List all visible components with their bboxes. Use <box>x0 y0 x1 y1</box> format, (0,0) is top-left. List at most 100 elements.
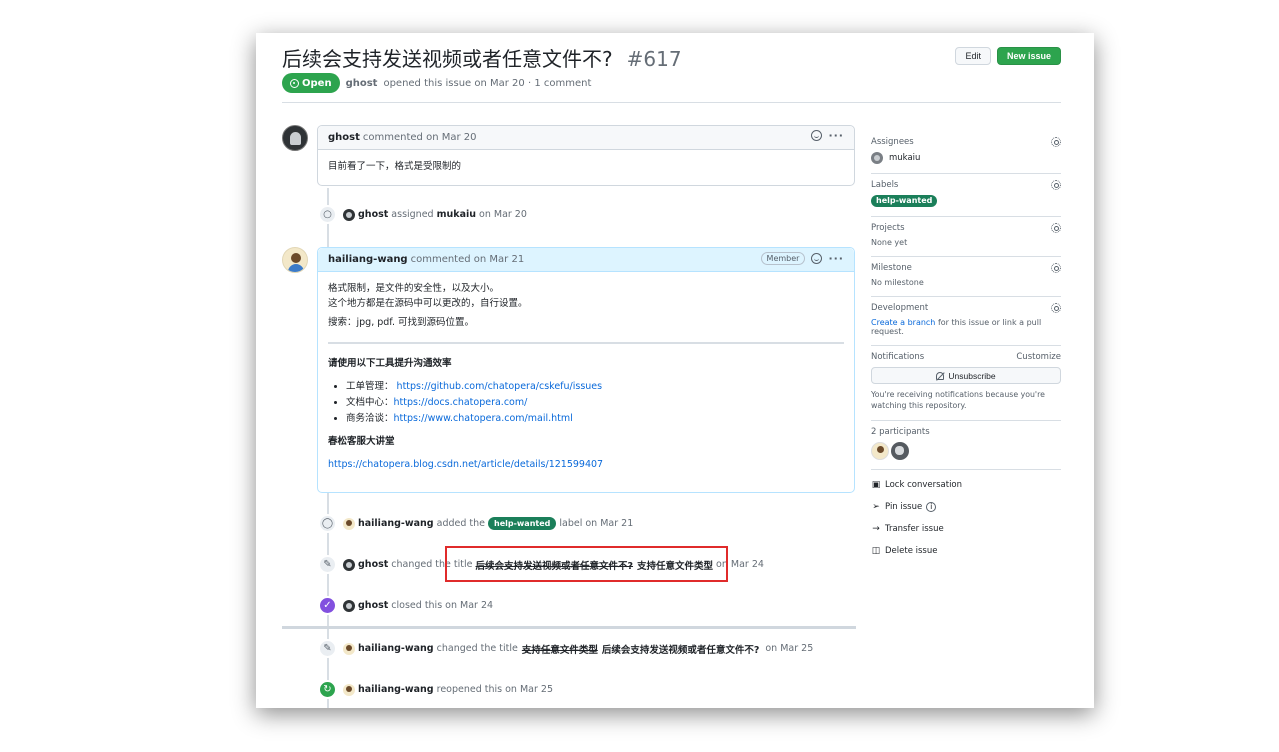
comment-header: ghost commented on Mar 20 ··· <box>318 126 854 150</box>
milestone-section: Milestone No milestone <box>871 257 1061 297</box>
lock-icon: ▣ <box>871 480 881 490</box>
participants-section: 2 participants <box>871 421 1061 470</box>
create-branch-link[interactable]: Create a branch <box>871 318 935 327</box>
edit-button[interactable]: Edit <box>955 47 991 65</box>
event-actor[interactable]: ghost <box>358 559 388 570</box>
participant-avatar[interactable] <box>871 442 889 460</box>
label-help-wanted[interactable]: help-wanted <box>488 517 557 530</box>
projects-section: Projects None yet <box>871 217 1061 257</box>
event-tail: label on Mar 21 <box>559 518 634 529</box>
avatar-mini[interactable] <box>343 683 355 696</box>
comment-author[interactable]: ghost <box>328 132 360 143</box>
avatar-mini[interactable] <box>343 517 355 530</box>
development-heading: Development <box>871 303 929 313</box>
event-reopened: ↻ hailiang-wang reopened this on Mar 25 <box>318 680 553 699</box>
event-actor[interactable]: hailiang-wang <box>358 684 434 695</box>
event-actor[interactable]: hailiang-wang <box>358 643 434 654</box>
transfer-issue-action[interactable]: → Transfer issue <box>871 518 1061 540</box>
comment-ghost: ghost commented on Mar 20 ··· 目前看了一下，格式是… <box>317 125 855 186</box>
avatar[interactable] <box>282 247 308 273</box>
gear-icon[interactable] <box>1051 263 1061 273</box>
event-verb: reopened this on Mar 25 <box>436 684 554 695</box>
arrow-right-icon: → <box>872 524 880 534</box>
avatar-mini[interactable] <box>343 642 355 655</box>
projects-value: None yet <box>871 238 908 247</box>
divider <box>328 342 844 344</box>
avatar-mini[interactable] <box>343 599 355 612</box>
info-icon[interactable]: i <box>926 502 937 512</box>
issue-author[interactable]: ghost <box>346 78 378 89</box>
projects-heading: Projects <box>871 223 905 233</box>
comment-body: 目前看了一下，格式是受限制的 <box>318 150 854 188</box>
issue-closed-icon: ✓ <box>318 596 337 615</box>
lecture-link[interactable]: https://chatopera.blog.csdn.net/article/… <box>328 459 603 470</box>
event-actor[interactable]: hailiang-wang <box>358 518 434 529</box>
bell-slash-icon <box>936 371 945 380</box>
unsubscribe-button[interactable]: Unsubscribe <box>871 367 1061 384</box>
event-target[interactable]: mukaiu <box>437 209 476 220</box>
gear-icon[interactable] <box>1051 137 1061 147</box>
delete-issue-action[interactable]: ◫ Delete issue <box>871 540 1061 562</box>
notifications-note: You're receiving notifications because y… <box>871 390 1045 410</box>
pencil-icon: ✎ <box>318 639 337 658</box>
list-item: 商务洽谈：https://www.chatopera.com/mail.html <box>346 411 844 426</box>
state-label: Open <box>302 77 332 89</box>
issue-actions: ▣ Lock conversation ➢ Pin issue i → Transfer… <box>871 470 1061 562</box>
avatar[interactable] <box>282 125 308 151</box>
tool-link[interactable]: https://www.chatopera.com/mail.html <box>394 413 573 424</box>
labels-section: Labels help-wanted <box>871 174 1061 217</box>
assignees-heading: Assignees <box>871 137 914 147</box>
issue-meta: Open ghost opened this issue on Mar 20 ·… <box>282 73 591 93</box>
avatar-mini[interactable] <box>871 152 883 164</box>
event-verb: changed the title <box>436 643 518 654</box>
avatar-mini[interactable] <box>343 208 355 221</box>
more-options-icon[interactable]: ··· <box>828 130 844 141</box>
timeline-break <box>282 626 856 629</box>
avatar-mini[interactable] <box>343 558 355 571</box>
milestone-value: No milestone <box>871 278 924 287</box>
label-help-wanted[interactable]: help-wanted <box>871 195 938 207</box>
tool-link[interactable]: https://github.com/chatopera/cskefu/issu… <box>397 381 603 392</box>
comment-author[interactable]: hailiang-wang <box>328 254 408 265</box>
customize-link[interactable]: Customize <box>1016 352 1061 362</box>
notifications-heading: Notifications <box>871 352 925 362</box>
issue-page: 后续会支持发送视频或者任意文件不? #617 Edit New issue Op… <box>256 33 1094 708</box>
event-actor[interactable]: ghost <box>358 209 388 220</box>
comment-line: 这个地方都是在源码中可以更改的，自行设置。 <box>328 298 528 309</box>
header-buttons: Edit New issue <box>955 47 1061 65</box>
more-options-icon[interactable]: ··· <box>828 253 844 264</box>
event-renamed: ✎ hailiang-wang changed the title 支持任意文件… <box>318 639 813 658</box>
comment-search-note: 搜索：jpg, pdf. 可找到源码位置。 <box>328 317 474 328</box>
comment-time[interactable]: commented on Mar 21 <box>411 254 525 265</box>
event-time[interactable]: on Mar 25 <box>765 643 813 654</box>
gear-icon[interactable] <box>1051 180 1061 190</box>
tool-link[interactable]: https://docs.chatopera.com/ <box>394 397 528 408</box>
development-section: Development Create a branch for this iss… <box>871 297 1061 346</box>
milestone-heading: Milestone <box>871 263 912 273</box>
issue-number: #617 <box>626 47 682 71</box>
participants-heading: 2 participants <box>871 427 930 437</box>
comment-body: 格式限制，是文件的安全性，以及大小。 这个地方都是在源码中可以更改的，自行设置。… <box>318 272 854 481</box>
reaction-icon[interactable] <box>811 130 823 141</box>
pin-issue-action[interactable]: ➢ Pin issue i <box>871 496 1061 518</box>
new-issue-button[interactable]: New issue <box>996 47 1061 65</box>
gear-icon[interactable] <box>1051 303 1061 313</box>
event-verb: added the <box>436 518 485 529</box>
lock-conversation-action[interactable]: ▣ Lock conversation <box>871 474 1061 496</box>
event-actor[interactable]: ghost <box>358 600 388 611</box>
gear-icon[interactable] <box>1051 223 1061 233</box>
event-closed: ✓ ghost closed this on Mar 24 <box>318 596 493 615</box>
assignee-name[interactable]: mukaiu <box>889 153 920 163</box>
event-time[interactable]: on Mar 20 <box>479 209 527 220</box>
reaction-icon[interactable] <box>811 253 823 264</box>
old-title: 支持任意文件类型 <box>521 644 598 656</box>
issue-meta-text: opened this issue on Mar 20 · 1 comment <box>383 77 592 89</box>
tools-heading: 请使用以下工具提升沟通效率 <box>328 358 452 369</box>
event-assigned: ○ ghost assigned mukaiu on Mar 20 <box>318 205 527 224</box>
person-icon: ○ <box>318 205 337 224</box>
participant-avatar[interactable] <box>891 442 909 460</box>
header-divider <box>282 102 1061 103</box>
comment-time[interactable]: commented on Mar 20 <box>363 132 477 143</box>
pencil-icon: ✎ <box>318 555 337 574</box>
issue-title: 后续会支持发送视频或者任意文件不? <box>282 47 613 71</box>
